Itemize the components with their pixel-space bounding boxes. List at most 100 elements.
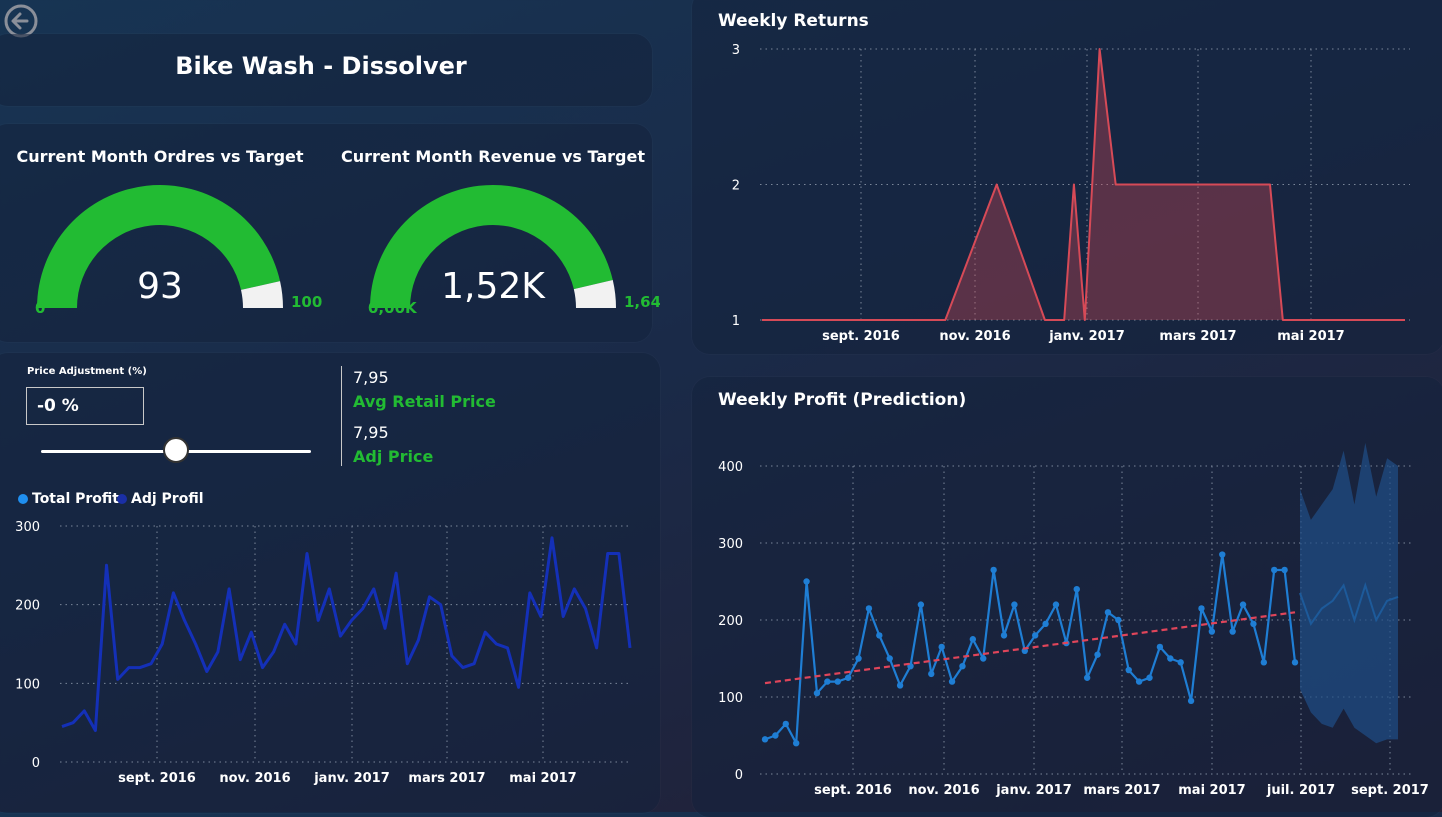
adj-profit-chart: 300 200 100 0 sept. 2016 nov. 2016 janv. 2017 m… <box>15 520 632 786</box>
x-tick-label: mars 2017 <box>1083 783 1160 798</box>
returns-line <box>762 48 1405 321</box>
total-profit-point <box>917 601 925 608</box>
price-adjustment-input[interactable] <box>26 387 144 425</box>
total-profit-point <box>1239 601 1247 608</box>
x-tick-label: janv. 2017 <box>313 771 390 786</box>
total-profit-point <box>1198 605 1205 612</box>
total-profit-point <box>824 678 831 685</box>
x-tick-label: mai 2017 <box>1277 329 1344 344</box>
total-profit-point <box>803 578 810 585</box>
weekly-returns-title: Weekly Returns <box>718 11 869 31</box>
total-profit-point <box>1000 632 1008 639</box>
x-tick-label: sept. 2016 <box>822 329 900 344</box>
kpi-divider <box>341 366 342 466</box>
total-profit-point <box>865 605 873 612</box>
price-adjustment-label: Price Adjustment (%) <box>27 366 147 377</box>
total-profit-point <box>1156 643 1164 651</box>
y-tick-label: 2 <box>732 179 740 194</box>
x-tick-label: sept. 2016 <box>814 783 892 798</box>
x-tick-label: mars 2017 <box>1159 329 1236 344</box>
returns-area <box>762 49 1405 320</box>
total-profit-point <box>1177 659 1184 666</box>
x-tick-label: mai 2017 <box>509 771 576 786</box>
total-profit-point <box>1260 659 1268 666</box>
total-profit-point <box>1104 609 1112 616</box>
total-profit-point <box>1167 655 1174 662</box>
title-card: Bike Wash - Dissolver <box>0 34 652 106</box>
total-profit-point <box>1229 628 1236 635</box>
adj-profil-line <box>61 536 632 732</box>
gauges: Current Month Ordres vs Target 93 0 100 Curr… <box>16 147 660 317</box>
total-profit-point <box>792 740 800 747</box>
x-tick-label: nov. 2016 <box>908 783 979 798</box>
total-profit-point <box>1031 632 1039 639</box>
total-profit-point <box>1187 697 1195 705</box>
total-profit-point <box>876 632 883 639</box>
y-tick-label: 300 <box>15 520 40 535</box>
y-tick-label: 400 <box>718 460 743 475</box>
legend-label: Total Profit <box>32 491 119 507</box>
weekly-profit-title: Weekly Profit (Prediction) <box>718 390 967 410</box>
total-profit-point <box>1271 566 1278 574</box>
total-profit-point <box>855 655 862 662</box>
total-profit-point <box>1115 616 1122 624</box>
gauge-value: 1,52K <box>441 266 546 307</box>
adj-price-label: Adj Price <box>353 447 434 466</box>
y-tick-label: 200 <box>15 599 40 614</box>
x-tick-label: mars 2017 <box>408 771 485 786</box>
gauge-value: 93 <box>137 266 183 307</box>
total-profit-point <box>1083 674 1091 681</box>
total-profit-point <box>896 682 904 689</box>
y-tick-label: 100 <box>718 691 743 706</box>
legend-total-profit[interactable]: Total Profit <box>18 491 119 507</box>
x-tick-label: nov. 2016 <box>939 329 1010 344</box>
total-profit-point <box>1125 666 1132 674</box>
total-profit-point <box>1219 551 1226 558</box>
total-profit-point <box>1250 620 1257 628</box>
x-tick-label: mai 2017 <box>1178 783 1245 798</box>
total-profit-point <box>1052 601 1060 608</box>
total-profit-point <box>990 566 997 574</box>
total-profit-point <box>1042 620 1049 628</box>
gauge-max-label: 1,64K <box>624 293 660 311</box>
avg-retail-price-label: Avg Retail Price <box>353 392 496 411</box>
x-tick-label: janv. 2017 <box>1048 329 1125 344</box>
gauge-title: Current Month Ordres vs Target <box>16 147 303 166</box>
legend-dot-icon <box>117 494 127 504</box>
total-profit-point <box>1208 628 1216 635</box>
total-profit-point <box>1011 601 1018 608</box>
price-slider-thumb[interactable] <box>163 437 189 463</box>
x-tick-label: juil. 2017 <box>1266 783 1335 798</box>
total-profit-point <box>1281 566 1288 574</box>
weekly-returns-chart: 3 2 1 sept. 2016 nov. 2016 janv. 2017 mars 201… <box>732 43 1410 344</box>
gauge-max-label: 100 <box>291 293 322 311</box>
total-profit-point <box>928 670 935 678</box>
adj-price-value: 7,95 <box>353 423 389 442</box>
x-tick-label: sept. 2017 <box>1351 783 1429 798</box>
total-profit-point <box>761 736 769 743</box>
gauge-title: Current Month Revenue vs Target <box>341 147 645 166</box>
avg-retail-price-value: 7,95 <box>353 368 389 387</box>
total-profit-point <box>782 720 789 728</box>
y-tick-label: 0 <box>735 768 743 783</box>
total-profit-point <box>959 663 966 670</box>
total-profit-point <box>1291 659 1299 666</box>
total-profit-point <box>844 674 852 681</box>
y-tick-label: 300 <box>718 537 743 552</box>
total-profit-point <box>1073 586 1080 593</box>
total-profit-point <box>813 689 821 697</box>
trend-line <box>764 611 1296 685</box>
total-profit-point <box>938 643 945 651</box>
y-tick-label: 200 <box>718 614 743 629</box>
y-tick-label: 100 <box>15 677 40 692</box>
total-profit-point <box>948 678 956 685</box>
total-profit-point <box>969 636 977 643</box>
y-tick-label: 3 <box>732 43 740 58</box>
total-profit-point <box>1146 674 1153 681</box>
total-profit-point <box>772 732 779 739</box>
total-profit-point <box>980 655 987 662</box>
legend-adj-profil[interactable]: Adj Profil <box>117 491 204 507</box>
total-profit-point <box>1135 678 1143 685</box>
weekly-profit-prediction-chart: 400 300 200 100 0 sept. 2016 nov. 2016 janv. 20… <box>718 442 1429 798</box>
y-tick-label: 1 <box>732 314 740 329</box>
